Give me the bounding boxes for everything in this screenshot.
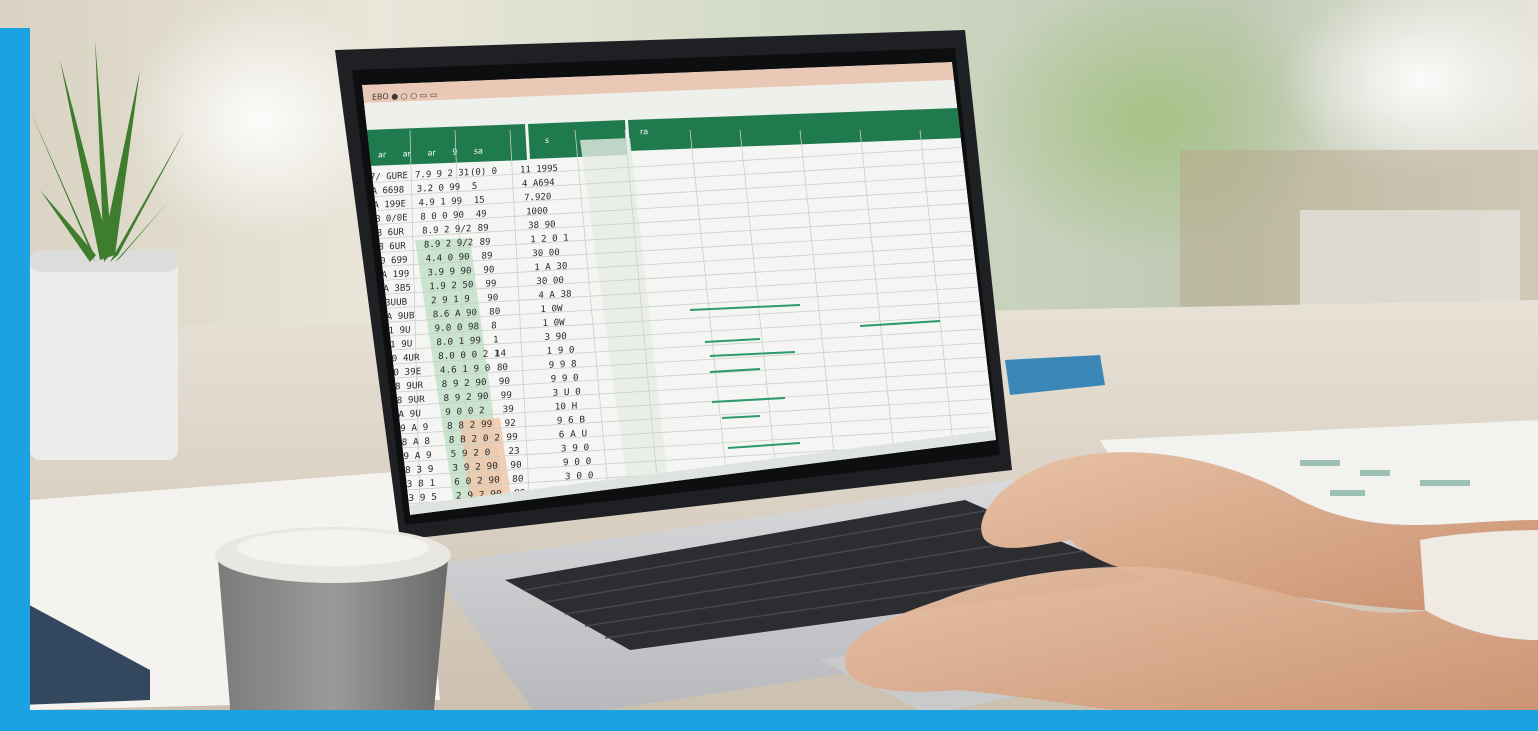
table-cell[interactable]: 9 9 0	[551, 373, 579, 385]
table-cell[interactable]: 5 9 2 0	[451, 447, 491, 460]
table-cell[interactable]: 1 0W	[540, 304, 563, 315]
table-cell[interactable]: 80	[497, 362, 508, 373]
table-cell[interactable]: 0 699	[380, 255, 407, 266]
table-cell[interactable]: 8 3 9	[405, 464, 433, 476]
photo-frame: EBO ● ○ ○ ▭ ▭ ar ar ar 9 sa s ra 7/ GURE…	[0, 0, 1538, 731]
table-cell[interactable]: 3.2 0 99	[417, 183, 460, 195]
table-cell[interactable]: 3 90	[545, 332, 567, 343]
table-cell[interactable]: 80	[512, 474, 523, 485]
table-cell[interactable]: 89	[482, 251, 493, 261]
table-cell[interactable]: 6 A U	[559, 428, 587, 440]
table-cell[interactable]: A 199	[382, 269, 410, 280]
table-cell[interactable]: 49	[476, 209, 487, 219]
coffee-cup	[215, 527, 451, 731]
table-cell[interactable]: 2 9 1 9	[431, 295, 470, 307]
header-label-right: ra	[640, 127, 648, 136]
table-cell[interactable]: 4 A 38	[538, 290, 571, 302]
table-cell[interactable]: 15	[474, 195, 485, 206]
table-cell[interactable]: A 199E	[373, 199, 406, 211]
table-cell[interactable]: 8 8 2 99	[447, 419, 492, 432]
table-cell[interactable]: 1 A 30	[534, 262, 567, 274]
table-cell[interactable]: 1000	[526, 206, 548, 217]
table-cell[interactable]: 8 9 2 90	[443, 391, 488, 404]
table-cell[interactable]: (0) 0	[470, 167, 497, 178]
table-cell[interactable]: 80	[489, 307, 500, 317]
table-cell[interactable]: 6 0 2 90	[454, 475, 500, 488]
table-cell[interactable]: 3 9 2 90	[452, 461, 498, 474]
table-cell[interactable]: 9 9 8	[549, 359, 577, 371]
table-cell[interactable]: 9 0 0 2	[445, 405, 484, 418]
table-cell[interactable]: 3 0 0	[565, 470, 594, 482]
photo-scene: EBO ● ○ ○ ▭ ▭ ar ar ar 9 sa s ra 7/ GURE…	[0, 0, 1538, 731]
table-cell[interactable]: 8 9 2 90	[442, 377, 487, 390]
table-cell[interactable]: A 6698	[372, 185, 405, 197]
frame-bottom-bar	[0, 710, 1538, 731]
table-cell[interactable]: 8 6UR	[378, 241, 406, 252]
table-cell[interactable]: 30 00	[532, 248, 559, 259]
table-cell[interactable]: A 3B5	[383, 283, 411, 294]
table-cell[interactable]: 10 H	[555, 401, 578, 413]
table-cell[interactable]: 4 A694	[522, 178, 555, 190]
table-cell[interactable]: 99	[501, 390, 512, 401]
table-cell[interactable]: 5	[472, 182, 477, 192]
table-cell[interactable]: 0 4UR	[392, 353, 420, 364]
table-cell[interactable]: 99	[506, 432, 517, 443]
table-cell[interactable]: 92	[505, 418, 516, 429]
table-cell[interactable]: 9 A 9	[400, 422, 428, 434]
table-cell[interactable]: 1 0W	[542, 318, 565, 329]
table-cell[interactable]: 7/ GURE	[370, 171, 408, 183]
table-cell[interactable]: 38 90	[528, 220, 555, 231]
header-block-left	[366, 124, 527, 166]
table-cell[interactable]: 4.9 1 99	[419, 197, 463, 209]
table-cell[interactable]: A 9U	[398, 408, 421, 420]
table-cell[interactable]: 90	[499, 376, 510, 387]
table-cell[interactable]: 3 9 0	[561, 442, 589, 454]
table-cell[interactable]: 4.4 0 90	[426, 252, 470, 264]
table-cell[interactable]: 0 39E	[393, 366, 421, 378]
table-cell[interactable]: 89	[480, 237, 491, 247]
table-cell[interactable]: 39	[503, 404, 514, 415]
table-cell[interactable]: 3 8 1	[407, 478, 436, 490]
table-cell[interactable]: 90	[483, 265, 494, 275]
table-cell[interactable]: 1 2 0 1	[530, 234, 568, 246]
table-cell[interactable]: 8 9UR	[395, 380, 424, 392]
table-cell[interactable]: 30 00	[536, 276, 564, 287]
table-cell[interactable]: 8	[491, 321, 497, 331]
table-cell[interactable]: 7.920	[524, 192, 551, 203]
table-cell[interactable]: 23	[508, 446, 519, 457]
table-cell[interactable]: 1 9 0	[547, 346, 575, 357]
table-cell[interactable]: 14	[495, 349, 507, 359]
table-cell[interactable]: 1	[493, 335, 499, 345]
table-cell[interactable]: 9 0 0	[563, 456, 591, 468]
table-cell[interactable]: B 0/0E	[375, 213, 408, 225]
table-cell[interactable]: 3 U 0	[553, 386, 581, 398]
table-cell[interactable]: A 9UB	[387, 311, 415, 322]
table-cell[interactable]: 8 0 0 90	[420, 211, 464, 223]
table-cell[interactable]: 8 6UR	[377, 228, 405, 239]
table-cell[interactable]: 3UUB	[385, 298, 408, 309]
plant-pot	[30, 250, 178, 460]
table-cell[interactable]: 89	[478, 223, 489, 233]
table-cell[interactable]: 99	[485, 279, 496, 289]
table-cell[interactable]: 8 9UR	[397, 394, 426, 406]
spreadsheet-screen: EBO ● ○ ○ ▭ ▭ ar ar ar 9 sa s ra 7/ GURE…	[362, 62, 996, 515]
frame-left-bar	[0, 28, 30, 731]
table-cell[interactable]: 90	[510, 460, 521, 471]
table-cell[interactable]: 11 1995	[520, 164, 558, 176]
table-cell[interactable]: 90	[487, 293, 498, 303]
table-cell[interactable]: 8 A 8	[402, 436, 430, 448]
table-cell[interactable]: 1 9U	[390, 340, 412, 351]
header-label-mid: s	[545, 136, 549, 145]
table-cell[interactable]: 9 A 9	[403, 450, 431, 462]
table-cell[interactable]: 1 9U	[388, 326, 410, 337]
table-cell[interactable]: 9 6 B	[557, 414, 586, 426]
